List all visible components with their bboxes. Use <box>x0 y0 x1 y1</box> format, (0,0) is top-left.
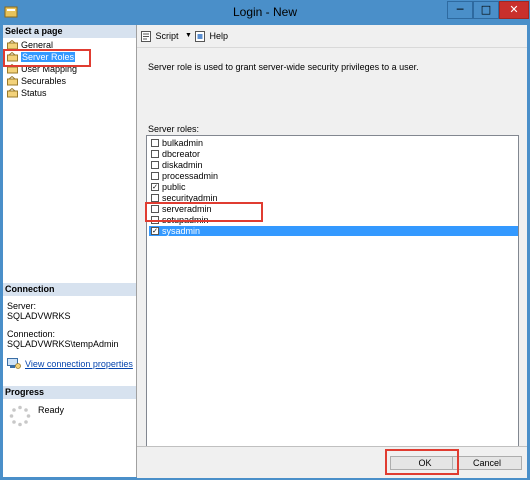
toolbar: Script ▼ Help <box>137 25 527 48</box>
sidebar-item-label: Status <box>21 88 47 98</box>
sidebar-item-label: General <box>21 40 54 50</box>
page-description: Server role is used to grant server-wide… <box>148 62 419 72</box>
script-icon <box>141 31 151 43</box>
help-button[interactable]: Help <box>195 30 229 43</box>
sidebar-item-user-mapping[interactable]: User Mapping <box>7 63 132 75</box>
role-label: processadmin <box>162 171 219 181</box>
server-value: SQLADVWRKS <box>7 311 71 321</box>
role-checkbox[interactable] <box>151 216 159 224</box>
page-list: General Server Roles User Mapping Secura… <box>7 39 132 99</box>
role-item-setupadmin[interactable]: setupadmin <box>149 215 518 225</box>
role-label: bulkadmin <box>162 138 204 148</box>
sidebar-item-label: Server Roles <box>21 52 76 62</box>
server-roles-list[interactable]: bulkadmin dbcreator diskadmin processadm… <box>146 135 519 469</box>
role-checkbox[interactable] <box>151 205 159 213</box>
close-button[interactable]: ✕ <box>499 1 529 19</box>
page-icon <box>7 40 18 50</box>
sidebar-item-label: Securables <box>21 76 67 86</box>
role-item-sysadmin[interactable]: ✓ sysadmin <box>149 226 518 236</box>
role-label: securityadmin <box>162 193 218 203</box>
connection-properties-icon <box>7 358 21 369</box>
view-connection-properties[interactable]: View connection properties <box>7 358 135 370</box>
server-label: Server: <box>7 301 37 311</box>
role-item-public[interactable]: ✓ public <box>149 182 518 192</box>
dialog-client: Select a page General Server Roles User … <box>3 25 527 478</box>
page-icon <box>7 52 18 62</box>
title-bar[interactable]: Login - New ─ □ ✕ <box>1 1 529 25</box>
role-item-serveradmin[interactable]: serveradmin <box>149 204 518 214</box>
connection-label: Connection: <box>7 329 56 339</box>
script-button[interactable]: Script <box>141 30 179 43</box>
page-icon <box>7 88 18 98</box>
progress-status: Ready <box>38 405 65 415</box>
help-label: Help <box>209 31 229 41</box>
role-label: public <box>162 182 186 192</box>
select-page-header: Select a page <box>3 25 136 38</box>
role-checkbox[interactable] <box>151 172 159 180</box>
role-label: sysadmin <box>162 226 201 236</box>
script-label: Script <box>155 31 179 41</box>
sidebar-item-label: User Mapping <box>21 64 78 74</box>
view-connection-link[interactable]: View connection properties <box>25 358 133 370</box>
sidebar-item-general[interactable]: General <box>7 39 132 51</box>
role-label: dbcreator <box>162 149 201 159</box>
connection-value: SQLADVWRKS\tempAdmin <box>7 339 119 349</box>
login-window: Login - New ─ □ ✕ Select a page General <box>0 0 530 480</box>
script-dropdown-button[interactable]: ▼ <box>185 30 192 42</box>
connection-header: Connection <box>3 283 136 296</box>
sidebar-item-securables[interactable]: Securables <box>7 75 132 87</box>
sidebar: Select a page General Server Roles User … <box>3 25 137 477</box>
help-icon <box>195 31 205 43</box>
role-item-dbcreator[interactable]: dbcreator <box>149 149 518 159</box>
role-item-bulkadmin[interactable]: bulkadmin <box>149 138 518 148</box>
role-checkbox[interactable] <box>151 194 159 202</box>
role-label: serveradmin <box>162 204 212 214</box>
content-area: Server role is used to grant server-wide… <box>137 48 527 469</box>
role-label: diskadmin <box>162 160 203 170</box>
role-checkbox[interactable]: ✓ <box>151 183 159 191</box>
server-roles-label: Server roles: <box>148 124 200 134</box>
role-item-securityadmin[interactable]: securityadmin <box>149 193 518 203</box>
progress-spinner-icon <box>9 405 31 427</box>
connection-info: Server: SQLADVWRKS Connection: SQLADVWRK… <box>7 301 133 349</box>
role-item-diskadmin[interactable]: diskadmin <box>149 160 518 170</box>
role-label: setupadmin <box>162 215 209 225</box>
sidebar-item-server-roles[interactable]: Server Roles <box>7 51 132 63</box>
button-bar: OK Cancel <box>137 446 527 478</box>
sidebar-item-status[interactable]: Status <box>7 87 132 99</box>
ok-button[interactable]: OK <box>390 456 460 470</box>
minimize-button[interactable]: ─ <box>447 1 473 19</box>
page-icon <box>7 64 18 74</box>
role-checkbox[interactable] <box>151 139 159 147</box>
role-checkbox[interactable] <box>151 150 159 158</box>
role-item-processadmin[interactable]: processadmin <box>149 171 518 181</box>
maximize-button[interactable]: □ <box>473 1 499 19</box>
cancel-button[interactable]: Cancel <box>452 456 522 470</box>
progress-header: Progress <box>3 386 136 399</box>
role-checkbox[interactable] <box>151 161 159 169</box>
role-checkbox[interactable]: ✓ <box>151 227 159 235</box>
page-icon <box>7 76 18 86</box>
